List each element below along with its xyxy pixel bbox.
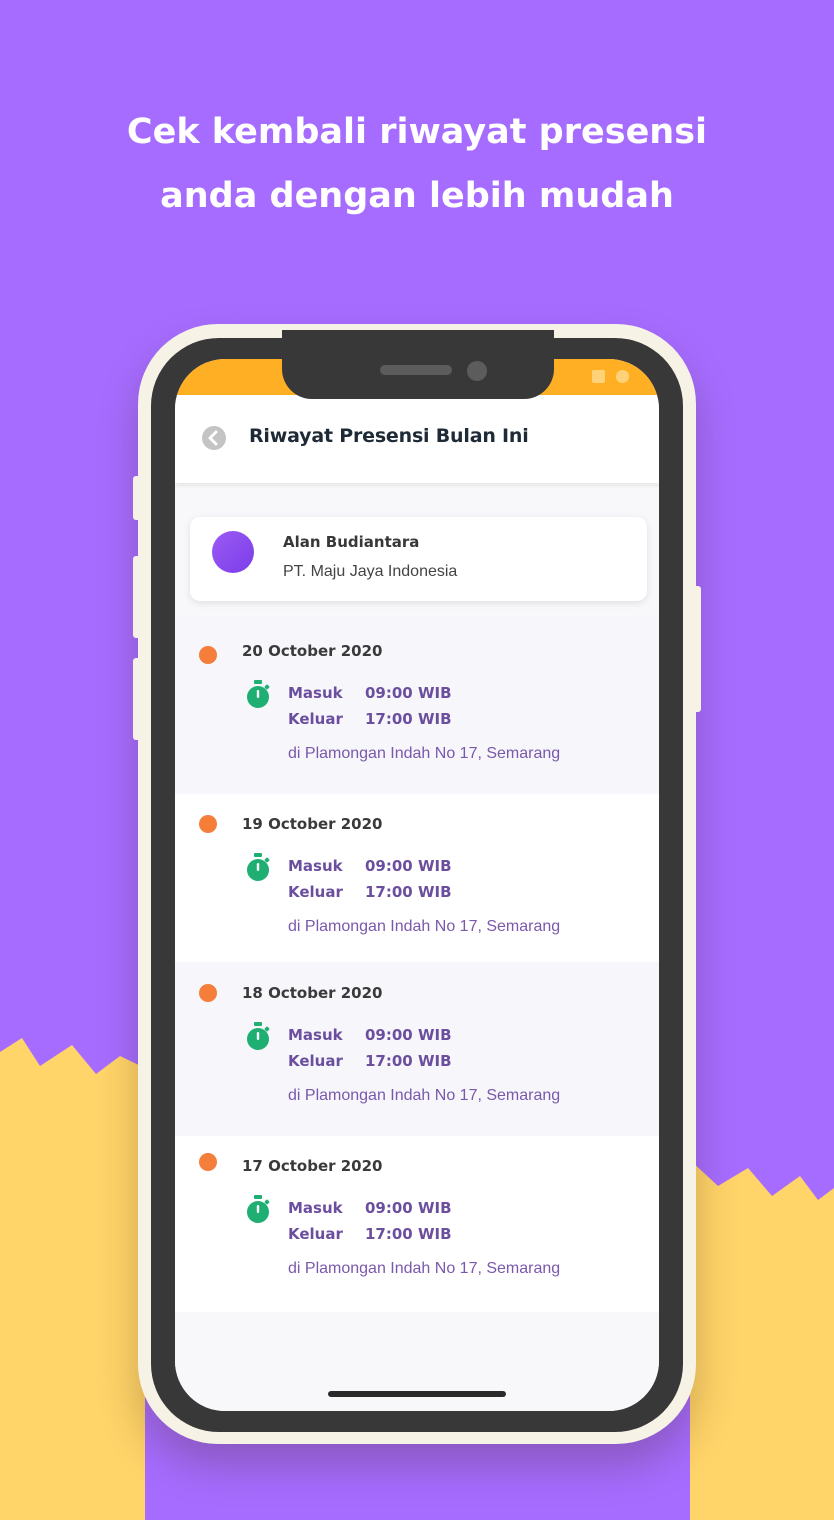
- check-in-time: 09:00 WIB: [365, 857, 452, 875]
- attendance-history-list: 20 October 2020 Masuk 09:00 WIB Keluar 1…: [175, 618, 659, 1312]
- entry-location: di Plamongan Indah No 17, Semarang: [288, 1087, 561, 1104]
- list-item[interactable]: 17 October 2020 Masuk 09:00 WIB Keluar 1…: [175, 1136, 659, 1312]
- signal-icon: [616, 370, 629, 383]
- check-in-time: 09:00 WIB: [365, 1026, 452, 1044]
- entry-date: 20 October 2020: [242, 642, 383, 660]
- profile-company: PT. Maju Jaya Indonesia: [283, 563, 458, 580]
- check-out-time: 17:00 WIB: [365, 1052, 452, 1070]
- timeline-dot: [199, 984, 217, 1002]
- front-camera: [467, 361, 487, 381]
- check-out-label: Keluar: [288, 1225, 343, 1243]
- list-item[interactable]: 19 October 2020 Masuk 09:00 WIB Keluar 1…: [175, 794, 659, 962]
- check-in-time: 09:00 WIB: [365, 684, 452, 702]
- speaker-grille: [380, 365, 452, 375]
- app-header: Riwayat Presensi Bulan Ini: [175, 395, 659, 483]
- phone-side-button: [133, 556, 141, 638]
- entry-date: 18 October 2020: [242, 984, 383, 1002]
- check-in-label: Masuk: [288, 857, 343, 875]
- check-in-label: Masuk: [288, 1199, 343, 1217]
- profile-card: Alan Budiantara PT. Maju Jaya Indonesia: [190, 517, 647, 601]
- timeline-dot: [199, 815, 217, 833]
- entry-location: di Plamongan Indah No 17, Semarang: [288, 1260, 561, 1277]
- timeline-dot: [199, 1153, 217, 1171]
- check-out-time: 17:00 WIB: [365, 1225, 452, 1243]
- profile-name: Alan Budiantara: [283, 533, 420, 551]
- home-indicator[interactable]: [328, 1391, 506, 1397]
- page-title: Riwayat Presensi Bulan Ini: [249, 425, 529, 447]
- check-out-label: Keluar: [288, 1052, 343, 1070]
- entry-location: di Plamongan Indah No 17, Semarang: [288, 745, 561, 762]
- stopwatch-icon: [247, 1022, 270, 1050]
- battery-icon: [592, 370, 605, 383]
- list-item[interactable]: 18 October 2020 Masuk 09:00 WIB Keluar 1…: [175, 962, 659, 1136]
- check-out-time: 17:00 WIB: [365, 710, 452, 728]
- phone-side-button: [693, 586, 701, 712]
- stopwatch-icon: [247, 853, 270, 881]
- check-out-label: Keluar: [288, 710, 343, 728]
- check-out-label: Keluar: [288, 883, 343, 901]
- check-out-time: 17:00 WIB: [365, 883, 452, 901]
- chevron-left-icon[interactable]: [202, 426, 226, 450]
- entry-date: 17 October 2020: [242, 1157, 383, 1175]
- avatar: [212, 531, 254, 573]
- entry-location: di Plamongan Indah No 17, Semarang: [288, 918, 561, 935]
- phone-side-button: [133, 658, 141, 740]
- phone-side-button: [133, 476, 141, 520]
- stopwatch-icon: [247, 1195, 270, 1223]
- check-in-time: 09:00 WIB: [365, 1199, 452, 1217]
- entry-date: 19 October 2020: [242, 815, 383, 833]
- timeline-dot: [199, 646, 217, 664]
- stopwatch-icon: [247, 680, 270, 708]
- check-in-label: Masuk: [288, 684, 343, 702]
- phone-screen: Riwayat Presensi Bulan Ini Alan Budianta…: [175, 359, 659, 1411]
- check-in-label: Masuk: [288, 1026, 343, 1044]
- list-item[interactable]: 20 October 2020 Masuk 09:00 WIB Keluar 1…: [175, 618, 659, 794]
